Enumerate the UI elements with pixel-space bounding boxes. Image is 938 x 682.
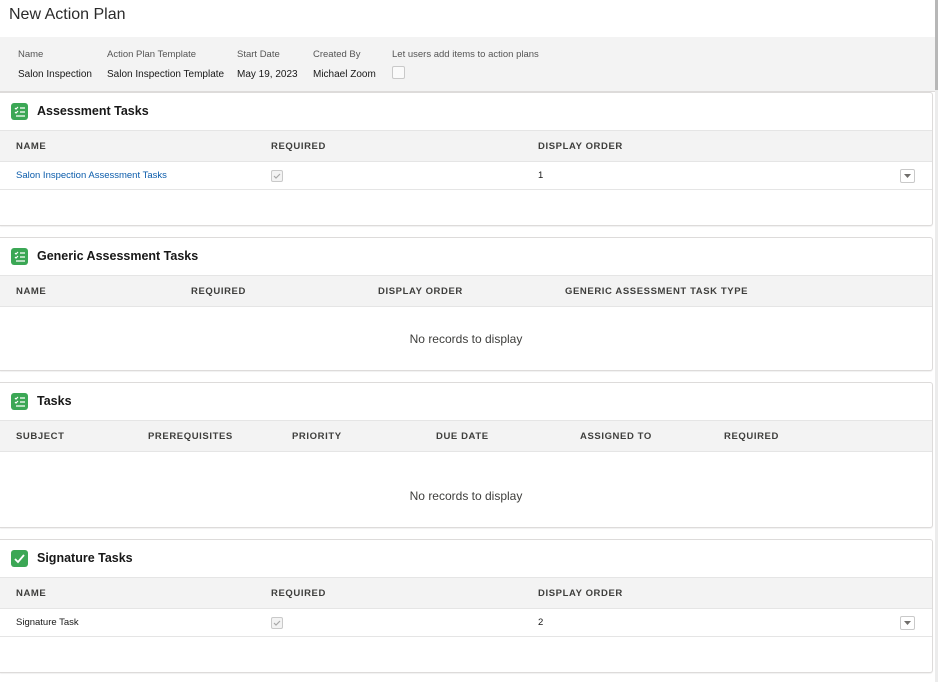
checkmark-icon bbox=[11, 550, 28, 567]
card-title: Assessment Tasks bbox=[37, 104, 149, 118]
column-header[interactable]: DISPLAY ORDER bbox=[538, 588, 623, 599]
summary-created-by-label: Created By bbox=[313, 49, 361, 60]
table-header: NAME REQUIRED DISPLAY ORDER bbox=[0, 130, 932, 162]
table-row: Signature Task 2 bbox=[0, 609, 932, 637]
column-header[interactable]: REQUIRED bbox=[191, 286, 246, 297]
let-users-checkbox[interactable] bbox=[392, 66, 405, 79]
summary-let-users-label: Let users add items to action plans bbox=[392, 49, 539, 60]
summary-created-by: Created By Michael Zoom bbox=[313, 49, 376, 80]
summary-name-value: Salon Inspection bbox=[18, 69, 92, 80]
summary-let-users: Let users add items to action plans bbox=[392, 49, 539, 79]
summary-template-label: Action Plan Template bbox=[107, 49, 197, 60]
summary-name: Name Salon Inspection bbox=[18, 49, 92, 80]
empty-state-message: No records to display bbox=[409, 332, 523, 346]
summary-template-value: Salon Inspection Template bbox=[107, 69, 225, 80]
column-header[interactable]: ASSIGNED TO bbox=[580, 431, 652, 442]
task-name: Signature Task bbox=[16, 617, 79, 628]
column-header[interactable]: DISPLAY ORDER bbox=[538, 141, 623, 152]
table-header: SUBJECT PREREQUISITES PRIORITY DUE DATE … bbox=[0, 420, 932, 452]
column-header[interactable]: REQUIRED bbox=[271, 141, 326, 152]
signature-tasks-card: Signature Tasks NAME REQUIRED DISPLAY OR… bbox=[0, 539, 933, 673]
card-header: Assessment Tasks bbox=[0, 93, 932, 130]
assessment-tasks-card: Assessment Tasks NAME REQUIRED DISPLAY O… bbox=[0, 92, 933, 226]
chevron-down-icon bbox=[904, 174, 911, 178]
summary-template: Action Plan Template Salon Inspection Te… bbox=[107, 49, 224, 80]
display-order-value: 2 bbox=[538, 617, 544, 628]
plan-summary-bar: Name Salon Inspection Action Plan Templa… bbox=[0, 37, 935, 92]
checklist-icon bbox=[11, 103, 28, 120]
column-header[interactable]: DUE DATE bbox=[436, 431, 489, 442]
card-header: Generic Assessment Tasks bbox=[0, 238, 932, 275]
column-header[interactable]: SUBJECT bbox=[16, 431, 65, 442]
summary-start-date-label: Start Date bbox=[237, 49, 280, 60]
column-header[interactable]: REQUIRED bbox=[271, 588, 326, 599]
checklist-icon bbox=[11, 393, 28, 410]
column-header[interactable]: PRIORITY bbox=[292, 431, 342, 442]
column-header[interactable]: REQUIRED bbox=[724, 431, 779, 442]
column-header[interactable]: PREREQUISITES bbox=[148, 431, 233, 442]
checklist-icon bbox=[11, 248, 28, 265]
summary-start-date-value: May 19, 2023 bbox=[237, 69, 298, 80]
column-header[interactable]: DISPLAY ORDER bbox=[378, 286, 463, 297]
column-header[interactable]: NAME bbox=[16, 588, 46, 599]
table-header: NAME REQUIRED DISPLAY ORDER bbox=[0, 577, 932, 609]
required-checkbox bbox=[271, 617, 283, 629]
page-title: New Action Plan bbox=[9, 6, 126, 23]
summary-created-by-value: Michael Zoom bbox=[313, 69, 376, 80]
column-header[interactable]: GENERIC ASSESSMENT TASK TYPE bbox=[565, 286, 748, 297]
chevron-down-icon bbox=[904, 621, 911, 625]
card-title: Generic Assessment Tasks bbox=[37, 249, 199, 263]
card-title: Signature Tasks bbox=[37, 551, 133, 565]
table-header: NAME REQUIRED DISPLAY ORDER GENERIC ASSE… bbox=[0, 275, 932, 307]
card-header: Signature Tasks bbox=[0, 540, 932, 577]
empty-state-message: No records to display bbox=[409, 489, 523, 503]
task-name-link[interactable]: Salon Inspection Assessment Tasks bbox=[16, 170, 167, 181]
row-actions-button[interactable] bbox=[900, 169, 915, 183]
tasks-card: Tasks SUBJECT PREREQUISITES PRIORITY DUE… bbox=[0, 382, 933, 528]
display-order-value: 1 bbox=[538, 170, 544, 181]
column-header[interactable]: NAME bbox=[16, 286, 46, 297]
card-title: Tasks bbox=[37, 394, 72, 408]
required-checkbox bbox=[271, 170, 283, 182]
row-actions-button[interactable] bbox=[900, 616, 915, 630]
column-header[interactable]: NAME bbox=[16, 141, 46, 152]
card-header: Tasks bbox=[0, 383, 932, 420]
table-row: Salon Inspection Assessment Tasks 1 bbox=[0, 162, 932, 190]
summary-name-label: Name bbox=[18, 49, 44, 60]
generic-assessment-tasks-card: Generic Assessment Tasks NAME REQUIRED D… bbox=[0, 237, 933, 371]
summary-start-date: Start Date May 19, 2023 bbox=[237, 49, 298, 80]
